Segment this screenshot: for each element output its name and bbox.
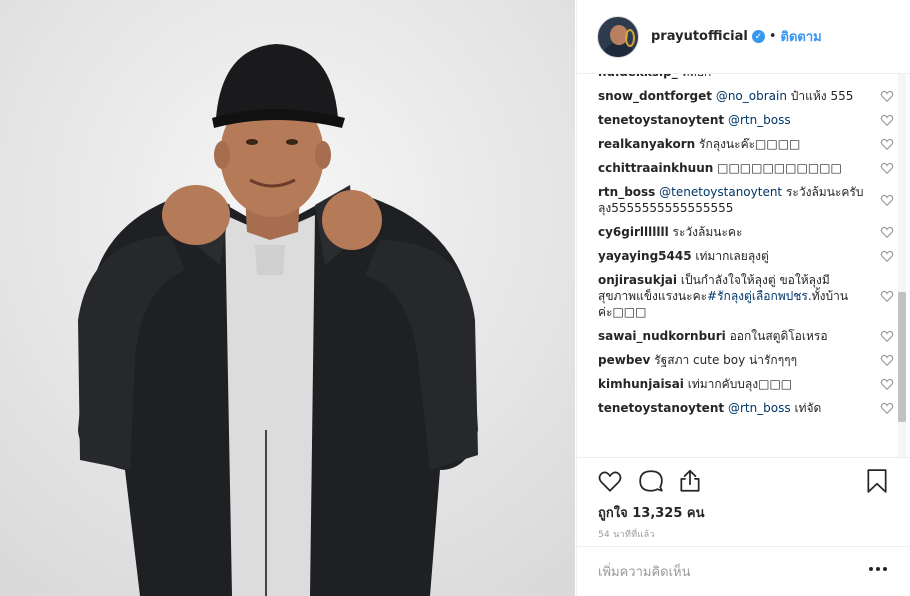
instagram-post: prayutofficial ✓ • ติดตาม nuidekksip_ หล… (0, 0, 910, 596)
comment-text: หล่อกิ (682, 74, 712, 79)
comment-username[interactable]: cchittraainkhuun (598, 161, 713, 175)
comment-username[interactable]: sawai_nudkornburi (598, 329, 726, 343)
comment-like-heart-icon[interactable] (880, 193, 894, 207)
comment-text: รัฐสภา cute boy น่ารักๆๆๆ (654, 353, 798, 367)
comment-like-heart-icon[interactable] (880, 249, 894, 263)
post-actions: ถูกใจ 13,325 คน 54 นาทีที่แล้ว (577, 457, 910, 546)
comment-item: sawai_nudkornburi ออกในสตูดิโอเหรอ (598, 328, 898, 344)
comment-text: เท่มากคับบลุง□□□ (687, 377, 793, 391)
comment-username[interactable]: tenetoystanoytent (598, 113, 724, 127)
post-photo[interactable] (0, 0, 575, 596)
comment-item: rtn_boss @tenetoystanoytent ระวังล้มนะคร… (598, 184, 898, 216)
comment-item: yayaying5445 เท่มากเลยลุงตู่ (598, 248, 898, 264)
post-image (0, 0, 575, 596)
comment-username[interactable]: tenetoystanoytent (598, 401, 724, 415)
comment-item: tenetoystanoytent @rtn_boss เท่จัด (598, 400, 898, 416)
comment-item: onjirasukjai เป็นกำลังใจให้ลุงตู่ ขอให้ล… (598, 272, 898, 320)
comment-text: ป๋าแห้ง 555 (790, 89, 854, 103)
comment-username[interactable]: yayaying5445 (598, 249, 692, 263)
comment-item: pewbev รัฐสภา cute boy น่ารักๆๆๆ (598, 352, 898, 368)
bookmark-icon[interactable] (864, 468, 890, 494)
comment-like-heart-icon[interactable] (880, 329, 894, 343)
scrollbar-thumb[interactable] (898, 292, 906, 422)
follow-button[interactable]: ติดตาม (781, 26, 822, 47)
comment-mention[interactable]: @no_obrain (716, 89, 787, 103)
comment-like-heart-icon[interactable] (880, 89, 894, 103)
comment-like-heart-icon[interactable] (880, 377, 894, 391)
comment-item: nuidekksip_ หล่อกิ (598, 74, 898, 80)
comment-username[interactable]: cy6girlllllll (598, 225, 669, 239)
post-header: prayutofficial ✓ • ติดตาม (577, 0, 910, 74)
comment-item: realkanyakorn รักลุงนะค๊ะ□□□□ (598, 136, 898, 152)
share-icon[interactable] (677, 468, 703, 494)
comment-text: ระวังล้มนะคะ (672, 225, 743, 239)
verified-badge-icon: ✓ (751, 30, 765, 43)
separator: • (768, 29, 777, 44)
comment-mention[interactable]: @rtn_boss (728, 113, 791, 127)
comment-text: ออกในสตูดิโอเหรอ (729, 329, 828, 343)
comment-like-heart-icon[interactable] (880, 225, 894, 239)
comment-username[interactable]: nuidekksip_ (598, 74, 678, 79)
likes-count[interactable]: ถูกใจ 13,325 คน (598, 502, 705, 523)
comments-scrollbar[interactable] (895, 74, 908, 457)
username-link[interactable]: prayutofficial (651, 29, 748, 44)
post-timestamp[interactable]: 54 นาทีที่แล้ว (598, 527, 655, 541)
comment-item: tenetoystanoytent @rtn_boss (598, 112, 898, 128)
comment-item: cchittraainkhuun □□□□□□□□□□□ (598, 160, 898, 176)
comment-mention[interactable]: @tenetoystanoytent (659, 185, 782, 199)
comment-item: snow_dontforget @no_obrain ป๋าแห้ง 555 (598, 88, 898, 104)
post-side-panel: prayutofficial ✓ • ติดตาม nuidekksip_ หล… (576, 0, 910, 596)
comment-username[interactable]: rtn_boss (598, 185, 655, 199)
comment-username[interactable]: realkanyakorn (598, 137, 695, 151)
comment-like-heart-icon[interactable] (880, 161, 894, 175)
comment-text: รักลุงนะค๊ะ□□□□ (699, 137, 801, 151)
comment-username[interactable]: pewbev (598, 353, 650, 367)
more-options-icon[interactable] (869, 567, 887, 571)
comment-bubble-icon[interactable] (638, 468, 664, 494)
comment-text: เท่มากเลยลุงตู่ (695, 249, 769, 263)
comments-inner: nuidekksip_ หล่อกิ snow_dontforget @no_ob… (598, 74, 898, 424)
comment-username[interactable]: kimhunjaisai (598, 377, 684, 391)
comment-text: □□□□□□□□□□□ (717, 161, 842, 175)
comment-hashtag[interactable]: #รักลุงตู่เลือกพปชร. (707, 289, 812, 303)
comment-username[interactable]: snow_dontforget (598, 89, 712, 103)
comment-item: cy6girlllllll ระวังล้มนะคะ (598, 224, 898, 240)
comments-list[interactable]: nuidekksip_ หล่อกิ snow_dontforget @no_ob… (577, 74, 910, 457)
comment-item: kimhunjaisai เท่มากคับบลุง□□□ (598, 376, 898, 392)
avatar[interactable] (597, 15, 639, 58)
comment-like-heart-icon[interactable] (880, 353, 894, 367)
comment-like-heart-icon[interactable] (880, 113, 894, 127)
comment-like-heart-icon[interactable] (880, 137, 894, 151)
comment-mention[interactable]: @rtn_boss (728, 401, 791, 415)
add-comment-bar: เพิ่มความคิดเห็น (577, 546, 910, 596)
comment-text: เท่จัด (794, 401, 822, 415)
add-comment-input[interactable]: เพิ่มความคิดเห็น (598, 561, 691, 582)
comment-like-heart-icon[interactable] (880, 401, 894, 415)
heart-icon[interactable] (597, 468, 623, 494)
comment-username[interactable]: onjirasukjai (598, 273, 677, 287)
comment-like-heart-icon[interactable] (880, 289, 894, 303)
